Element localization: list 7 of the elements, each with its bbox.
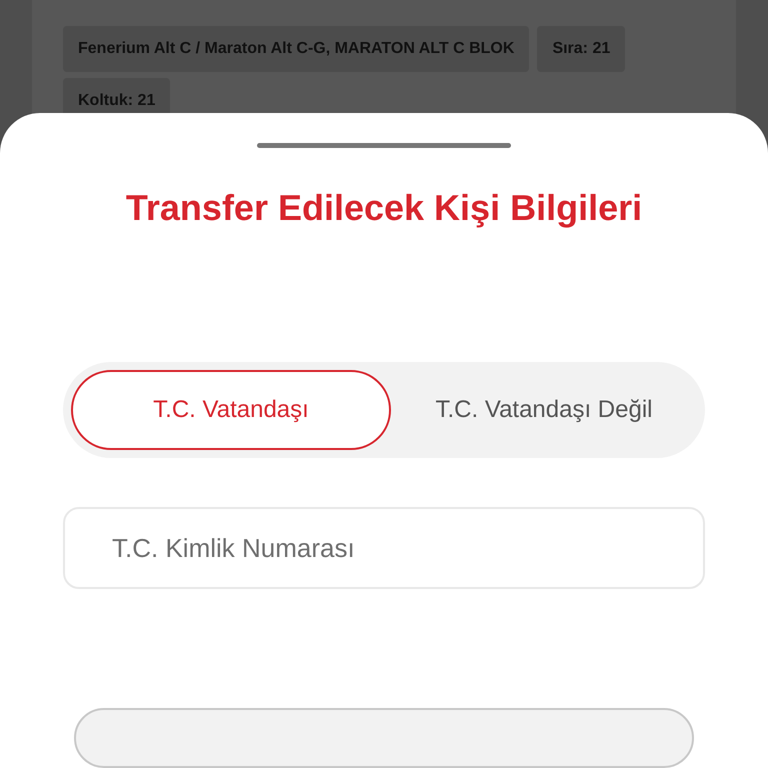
ticket-chip: Sıra: 21 [537,26,626,72]
sheet-title: Transfer Edilecek Kişi Bilgileri [126,186,642,230]
citizenship-tab[interactable]: T.C. Vatandaşı Değil [391,370,697,450]
ticket-chip: Fenerium Alt C / Maraton Alt C-G, MARATON ALT C BLOK [63,26,530,72]
id-number-field[interactable]: T.C. Kimlik Numarası [63,507,705,589]
drag-handle[interactable] [257,143,511,148]
citizenship-tab[interactable]: T.C. Vatandaşı [71,370,391,450]
